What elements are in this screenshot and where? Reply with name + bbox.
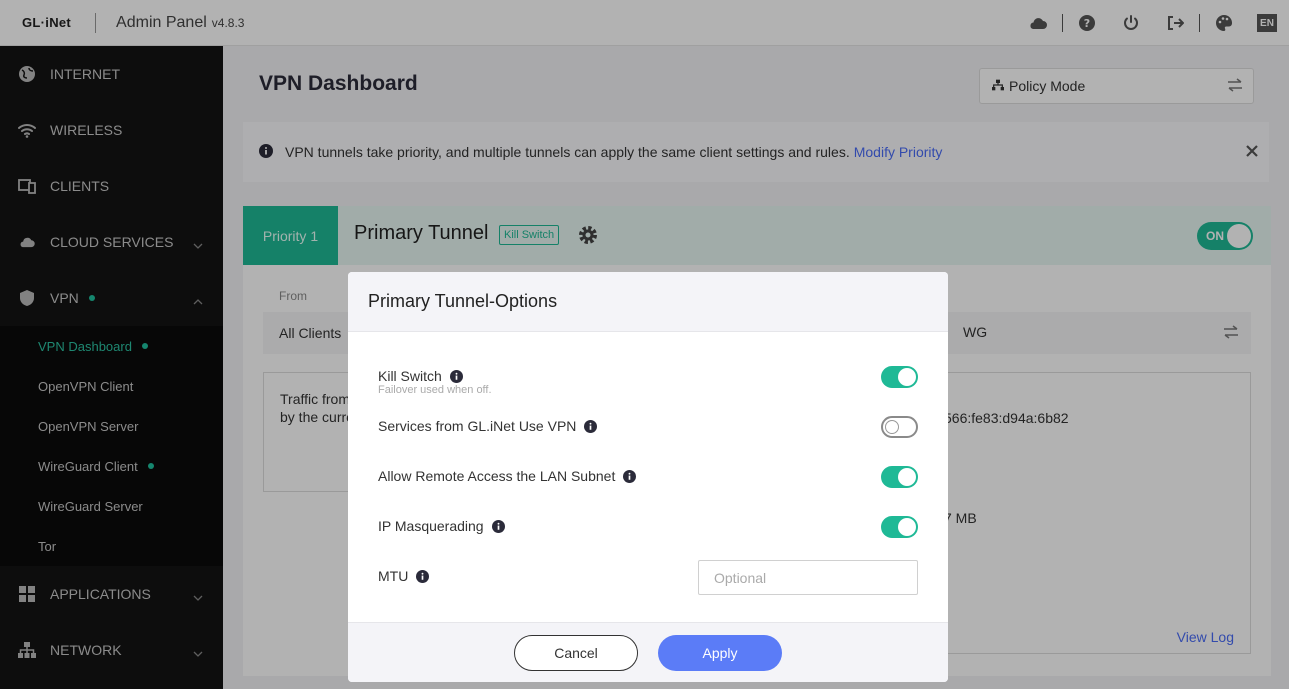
cancel-button[interactable]: Cancel	[514, 635, 638, 671]
option-mtu: MTU	[378, 560, 918, 595]
mtu-input[interactable]	[698, 560, 918, 595]
option-label-text: Services from GL.iNet Use VPN	[378, 418, 577, 434]
info-icon[interactable]	[416, 569, 430, 583]
modal-header: Primary Tunnel-Options	[348, 272, 948, 332]
modal-footer: Cancel Apply	[348, 622, 948, 682]
option-kill-switch: Kill Switch Failover used when off.	[378, 362, 918, 396]
modal-title: Primary Tunnel-Options	[368, 291, 558, 311]
services-vpn-toggle[interactable]	[881, 416, 918, 438]
option-label-text: Kill Switch	[378, 368, 442, 384]
option-label: Services from GL.iNet Use VPN	[378, 418, 598, 434]
remote-access-toggle[interactable]	[881, 466, 918, 488]
option-label: MTU	[378, 568, 430, 584]
apply-button[interactable]: Apply	[658, 635, 782, 671]
info-icon[interactable]	[584, 419, 598, 433]
toggle-knob	[898, 518, 916, 536]
option-label: Allow Remote Access the LAN Subnet	[378, 468, 637, 484]
kill-switch-toggle[interactable]	[881, 366, 918, 388]
option-label: IP Masquerading	[378, 518, 505, 534]
info-icon[interactable]	[449, 369, 463, 383]
ip-masquerading-toggle[interactable]	[881, 516, 918, 538]
info-icon[interactable]	[623, 469, 637, 483]
option-remote-access-lan: Allow Remote Access the LAN Subnet	[378, 462, 918, 492]
tunnel-options-modal: Primary Tunnel-Options Kill Switch Failo…	[348, 272, 948, 682]
option-label-text: MTU	[378, 568, 409, 584]
option-label-text: Allow Remote Access the LAN Subnet	[378, 468, 616, 484]
option-subtext: Failover used when off.	[378, 384, 492, 396]
toggle-knob	[898, 368, 916, 386]
toggle-knob	[885, 420, 899, 434]
option-label-text: IP Masquerading	[378, 518, 484, 534]
option-label: Kill Switch	[378, 368, 463, 384]
info-icon[interactable]	[491, 519, 505, 533]
option-services-use-vpn: Services from GL.iNet Use VPN	[378, 412, 918, 442]
toggle-knob	[898, 468, 916, 486]
option-ip-masquerading: IP Masquerading	[378, 512, 918, 542]
